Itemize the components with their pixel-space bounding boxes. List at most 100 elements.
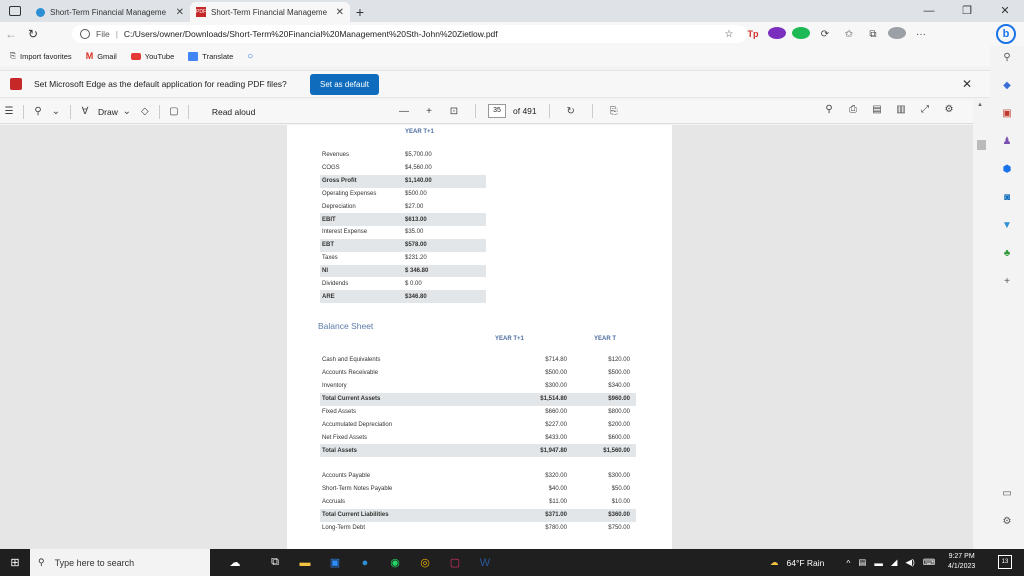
table-row: Accounts Receivable $500.00 $500.00 xyxy=(320,367,636,380)
restore-button[interactable]: ❐ xyxy=(948,0,986,22)
back-button[interactable]: ← xyxy=(0,27,22,41)
add-sidebar-icon[interactable]: + xyxy=(1000,276,1014,290)
extension-green-icon[interactable] xyxy=(792,26,810,42)
close-tab-icon[interactable]: ✕ xyxy=(336,7,344,18)
weather-widget-icon[interactable]: ☁ xyxy=(210,556,260,569)
eraser-icon[interactable]: ◇ xyxy=(136,106,154,117)
draw-button[interactable]: Draw xyxy=(98,107,118,117)
chrome-icon[interactable]: ◎ xyxy=(410,556,440,569)
favorites-item-search[interactable]: ○ xyxy=(247,51,253,62)
notification-center-button[interactable]: 13 xyxy=(998,555,1012,569)
search-icon[interactable]: ⚲ xyxy=(820,104,838,115)
favorites-item-import[interactable]: ⎘ Import favorites xyxy=(10,51,72,61)
chevron-down-icon[interactable]: ⌄ xyxy=(47,106,65,117)
row-value-year-t1: $227.00 xyxy=(545,421,567,428)
table-row: ARE $346.80 xyxy=(320,290,486,304)
edge-icon[interactable]: ● xyxy=(350,557,380,569)
shopping-bag-icon[interactable]: ▣ xyxy=(1000,108,1014,122)
sidebar-layout-icon[interactable]: ▭ xyxy=(1000,488,1014,502)
outlook-icon[interactable]: ◙ xyxy=(1000,192,1014,206)
row-value-year-t: $300.00 xyxy=(608,473,630,480)
extension-purple-icon[interactable] xyxy=(768,26,786,42)
new-tab-button[interactable]: + xyxy=(350,2,370,22)
instagram-icon[interactable]: ▢ xyxy=(440,556,470,569)
search-icon[interactable]: ⚲ xyxy=(1000,52,1014,66)
tree-icon[interactable]: ♣ xyxy=(1000,248,1014,262)
favorites-item-gmail[interactable]: M Gmail xyxy=(86,51,117,61)
task-view-icon[interactable]: ⧉ xyxy=(260,556,290,569)
taskbar-search-input[interactable]: ⚲ Type here to search xyxy=(30,549,210,576)
refresh-extension-icon[interactable]: ⟳ xyxy=(816,29,834,40)
info-icon[interactable] xyxy=(80,29,90,39)
pdf-viewer[interactable]: YEAR T+1 Revenues $5,700.00 COGS $4,560.00 G… xyxy=(0,125,973,549)
people-icon[interactable]: ♟ xyxy=(1000,136,1014,150)
page-view-icon[interactable]: ⎘ xyxy=(605,106,623,117)
row-value: $613.00 xyxy=(405,216,427,223)
income-statement-table: Revenues $5,700.00 COGS $4,560.00 Gross Prof… xyxy=(320,149,486,304)
read-aloud-button[interactable]: Read aloud xyxy=(212,107,255,117)
text-box-icon[interactable]: ▢ xyxy=(165,106,183,117)
vertical-scrollbar[interactable]: ▲ xyxy=(973,100,990,549)
highlight-icon[interactable]: ⚲ xyxy=(29,106,47,117)
zoom-icon[interactable]: ▣ xyxy=(320,556,350,569)
volume-icon[interactable]: ◀) xyxy=(905,557,914,568)
fit-page-icon[interactable]: ⊡ xyxy=(445,106,463,117)
favorites-item-translate[interactable]: Translate xyxy=(188,51,233,61)
language-icon[interactable]: ⌨ xyxy=(923,557,935,568)
fullscreen-icon[interactable]: ⤢ xyxy=(916,104,934,115)
save-icon[interactable]: ▤ xyxy=(868,104,886,115)
zoom-in-button[interactable]: + xyxy=(420,106,438,117)
minimize-button[interactable]: — xyxy=(910,0,948,22)
windows-taskbar: ⊞ ⚲ Type here to search ☁ ⧉ ▬ ▣ ● ◉ ◎ ▢ … xyxy=(0,549,1024,576)
sidebar-settings-gear-icon[interactable]: ⚙ xyxy=(1000,516,1014,530)
print-icon[interactable]: ⎙ xyxy=(844,104,862,115)
scroll-thumb[interactable] xyxy=(977,140,986,150)
profile-avatar[interactable] xyxy=(888,26,906,42)
tab-actions-button[interactable] xyxy=(0,0,30,22)
close-window-button[interactable]: ✕ xyxy=(986,0,1024,22)
page-number-input[interactable]: 35 xyxy=(488,104,506,118)
whatsapp-icon[interactable]: ◉ xyxy=(380,556,410,569)
settings-gear-icon[interactable]: ⚙ xyxy=(940,104,958,115)
chevron-up-icon[interactable]: ^ xyxy=(846,558,850,568)
network-icon[interactable]: ◢ xyxy=(891,557,898,568)
extension-tp-icon[interactable]: Tp xyxy=(744,29,762,39)
tab-bar: Short-Term Financial Manageme ✕ PDF Shor… xyxy=(0,0,1024,22)
save-as-icon[interactable]: ▥ xyxy=(892,104,910,115)
edge-sidebar: ⚲ ◆ ▣ ♟ ⬢ ◙ ▼ ♣ + ▭ ⚙ xyxy=(990,46,1024,549)
more-menu-icon[interactable]: ··· xyxy=(912,29,930,40)
weather-icon: ☁ xyxy=(770,557,779,567)
scroll-up-icon[interactable]: ▲ xyxy=(977,102,983,108)
battery-icon[interactable]: ▬ xyxy=(874,558,883,568)
row-label: Fixed Assets xyxy=(322,409,357,415)
rotate-icon[interactable]: ↻ xyxy=(562,106,580,117)
favorite-star-icon[interactable]: ☆ xyxy=(720,29,738,40)
tab-title: Short-Term Financial Manageme xyxy=(50,7,167,17)
draw-icon[interactable]: ∀ xyxy=(76,106,94,117)
favorites-icon[interactable]: ✩ xyxy=(840,29,858,40)
chevron-down-icon[interactable]: ⌄ xyxy=(118,106,136,117)
weather-text[interactable]: 64°F Rain xyxy=(787,558,825,568)
close-tab-icon[interactable]: ✕ xyxy=(176,7,184,18)
tab-2[interactable]: PDF Short-Term Financial Manageme ✕ xyxy=(190,2,350,22)
file-explorer-icon[interactable]: ▬ xyxy=(290,557,320,569)
tab-1[interactable]: Short-Term Financial Manageme ✕ xyxy=(30,2,190,22)
favorites-item-youtube[interactable]: YouTube xyxy=(130,52,174,61)
url-field[interactable]: File | C:/Users/owner/Downloads/Short-Te… xyxy=(72,25,747,43)
divider xyxy=(158,104,160,119)
games-icon[interactable]: ⬢ xyxy=(1000,164,1014,178)
drop-icon[interactable]: ▼ xyxy=(1000,220,1014,234)
zoom-out-button[interactable]: — xyxy=(395,106,413,117)
set-default-button[interactable]: Set as default xyxy=(310,74,379,95)
word-icon[interactable]: W xyxy=(470,557,500,569)
collections-icon[interactable]: ⧉ xyxy=(864,29,882,40)
contents-icon[interactable]: ☰ xyxy=(0,106,18,117)
bing-chat-icon[interactable]: b xyxy=(996,24,1016,44)
row-value: $231.20 xyxy=(405,255,427,262)
windows-start-icon[interactable]: ⊞ xyxy=(0,556,30,569)
tray-app-icon[interactable]: ▤ xyxy=(858,557,866,568)
refresh-button[interactable]: ↻ xyxy=(22,27,44,41)
clock[interactable]: 9:27 PM 4/1/2023 xyxy=(948,552,975,572)
close-notification-icon[interactable]: ✕ xyxy=(962,77,972,91)
tag-icon[interactable]: ◆ xyxy=(1000,80,1014,94)
